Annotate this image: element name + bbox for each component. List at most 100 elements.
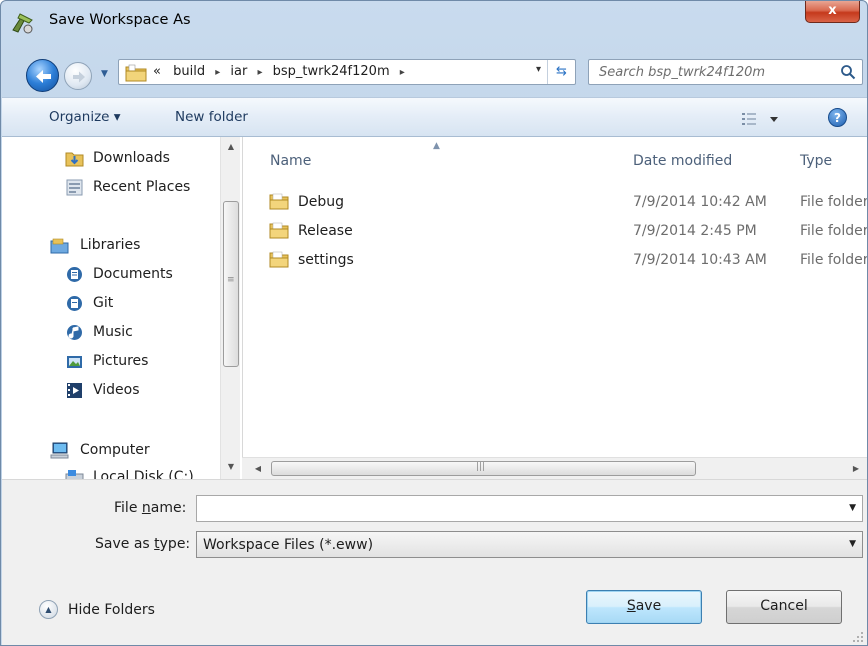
refresh-icon: ⇆ (556, 64, 567, 79)
help-button[interactable]: ? (828, 108, 847, 127)
file-name-input[interactable] (197, 496, 827, 521)
computer-icon (50, 442, 69, 459)
view-list-icon (742, 113, 778, 125)
horizontal-scrollbar[interactable]: ◀ ||| ▶ (242, 457, 867, 480)
nav-item-videos[interactable]: Videos (2, 378, 222, 404)
recent-pages-dropdown[interactable]: ▼ (101, 69, 108, 79)
nav-item-label: Music (93, 324, 133, 340)
iar-workbench-icon (12, 13, 33, 34)
navigation-bar: ▼ « build ▸ iar ▸ bsp_twrk24f120m ▸ ▾ ⇆ (1, 47, 867, 97)
nav-item-label: Videos (93, 382, 140, 398)
breadcrumb-overflow[interactable]: « (153, 64, 161, 79)
file-name: Debug (298, 194, 345, 210)
pictures-icon (67, 356, 82, 368)
breadcrumb-crumb[interactable]: bsp_twrk24f120m (273, 64, 390, 79)
file-list: Name ▲ Date modified Type Debug 7/9/2014… (242, 137, 868, 479)
breadcrumb-separator-icon[interactable]: ▸ (257, 67, 262, 78)
chevron-down-icon[interactable]: ▼ (849, 539, 856, 549)
file-name: Release (298, 223, 353, 239)
column-header-date[interactable]: Date modified (633, 153, 732, 169)
breadcrumb-crumb[interactable]: iar (230, 64, 247, 79)
save-options-panel: File name: ▼ Save as type: Workspace Fil… (2, 479, 867, 645)
change-view-button[interactable] (740, 110, 784, 128)
nav-item-documents[interactable]: Documents (2, 262, 222, 288)
grip-icon: ≡ (227, 275, 235, 285)
folder-icon (269, 251, 289, 268)
folder-icon (125, 64, 147, 82)
file-name: settings (298, 252, 354, 268)
command-toolbar: Organize ▾ New folder ? (2, 97, 867, 137)
navigation-scrollbar[interactable]: ▲ ≡ ▼ (220, 137, 240, 479)
videos-icon (67, 383, 82, 398)
scrollbar-thumb[interactable]: ||| (271, 461, 696, 476)
chevron-up-icon: ▲ (39, 600, 58, 619)
sort-ascending-icon: ▲ (433, 141, 440, 151)
file-type: File folder (800, 252, 868, 268)
title-bar[interactable]: Save Workspace As x (1, 1, 867, 47)
new-folder-button[interactable]: New folder (175, 109, 248, 125)
back-button[interactable] (26, 59, 59, 92)
browser-content: Downloads Recent Places Libraries Docume… (2, 137, 868, 480)
nav-item-git[interactable]: Git (2, 291, 222, 317)
breadcrumb-separator-icon[interactable]: ▸ (400, 67, 405, 78)
window-title: Save Workspace As (49, 12, 191, 28)
address-dropdown-icon[interactable]: ▾ (536, 64, 541, 75)
folder-icon (269, 222, 289, 239)
file-row[interactable]: settings 7/9/2014 10:43 AM File folder (243, 246, 868, 274)
save-as-type-select[interactable]: Workspace Files (*.eww) ▼ (196, 531, 863, 558)
close-button[interactable]: x (805, 1, 860, 23)
nav-item-recent-places[interactable]: Recent Places (2, 175, 222, 201)
nav-item-label: Documents (93, 266, 173, 282)
cancel-button[interactable]: Cancel (726, 590, 842, 624)
scroll-left-icon[interactable]: ◀ (248, 458, 268, 480)
save-as-type-value: Workspace Files (*.eww) (203, 537, 374, 553)
refresh-button[interactable]: ⇆ (547, 60, 575, 84)
organize-menu-button[interactable]: Organize ▾ (49, 109, 121, 125)
local-disk-icon (65, 470, 84, 479)
chevron-down-icon[interactable]: ▼ (849, 503, 856, 513)
column-header-type[interactable]: Type (800, 153, 832, 169)
column-header-name[interactable]: Name (270, 153, 311, 169)
nav-item-label: Git (93, 295, 114, 311)
nav-item-music[interactable]: Music (2, 320, 222, 346)
nav-item-libraries[interactable]: Libraries (2, 233, 222, 259)
help-icon: ? (834, 111, 841, 125)
scroll-up-icon[interactable]: ▲ (221, 137, 241, 157)
scroll-down-icon[interactable]: ▼ (221, 457, 241, 477)
search-icon[interactable] (840, 64, 856, 80)
navigation-pane: Downloads Recent Places Libraries Docume… (2, 137, 242, 479)
nav-item-computer[interactable]: Computer (2, 438, 222, 464)
breadcrumb-separator-icon[interactable]: ▸ (215, 67, 220, 78)
nav-item-label: Recent Places (93, 179, 191, 195)
nav-item-pictures[interactable]: Pictures (2, 349, 222, 375)
address-bar[interactable]: « build ▸ iar ▸ bsp_twrk24f120m ▸ ▾ ⇆ (118, 59, 576, 85)
nav-item-downloads[interactable]: Downloads (2, 146, 222, 172)
breadcrumb-crumb[interactable]: build (173, 64, 205, 79)
nav-item-label: Libraries (80, 237, 141, 253)
file-date: 7/9/2014 10:43 AM (633, 252, 767, 268)
git-library-icon (67, 296, 82, 311)
file-name-combobox[interactable]: ▼ (196, 495, 863, 522)
file-date: 7/9/2014 10:42 AM (633, 194, 767, 210)
file-date: 7/9/2014 2:45 PM (633, 223, 757, 239)
nav-item-label: Computer (80, 442, 150, 458)
file-row[interactable]: Debug 7/9/2014 10:42 AM File folder (243, 188, 867, 216)
file-row[interactable]: Release 7/9/2014 2:45 PM File folder (243, 217, 867, 245)
nav-item-local-disk[interactable]: Local Disk (C:) (2, 465, 222, 479)
scroll-right-icon[interactable]: ▶ (846, 458, 866, 480)
nav-item-label: Downloads (93, 150, 170, 166)
forward-button[interactable] (64, 62, 92, 90)
scrollbar-thumb[interactable]: ≡ (223, 201, 239, 367)
search-box[interactable] (588, 59, 863, 85)
back-arrow-icon (36, 70, 51, 83)
forward-arrow-icon (73, 71, 85, 83)
downloads-icon (65, 152, 84, 167)
recent-places-icon (66, 179, 83, 196)
hide-folders-label: Hide Folders (68, 602, 155, 618)
breadcrumb: « build ▸ iar ▸ bsp_twrk24f120m ▸ (153, 64, 411, 79)
save-as-type-label: Save as type: (95, 536, 191, 552)
documents-icon (67, 267, 82, 282)
search-input[interactable] (589, 60, 829, 84)
save-button[interactable]: Save (586, 590, 702, 624)
resize-grip-icon[interactable] (852, 631, 864, 643)
